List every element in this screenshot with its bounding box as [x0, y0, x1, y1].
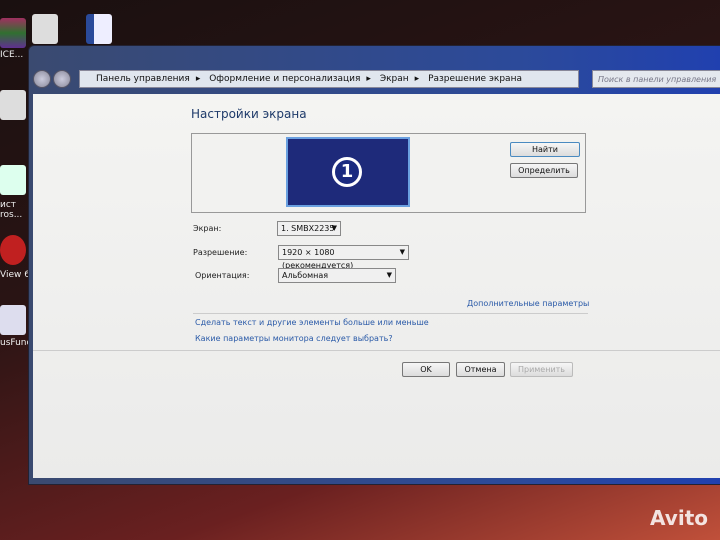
divider [33, 350, 720, 351]
monitor-number: 1 [332, 157, 362, 187]
orientation-label: Ориентация: [195, 271, 250, 280]
winrar-icon[interactable] [0, 18, 26, 48]
panda-icon[interactable] [32, 14, 58, 44]
orientation-select[interactable]: Альбомная ▼ [278, 268, 396, 283]
ok-button[interactable]: OK [402, 362, 450, 377]
identify-button[interactable]: Определить [510, 163, 578, 178]
screen-resolution-panel: Настройки экрана 1 Найти Определить Экра… [33, 94, 720, 478]
screen-select[interactable]: 1. SMBX2235 ▼ [277, 221, 341, 236]
breadcrumb[interactable]: Разрешение экрана [428, 74, 522, 84]
desktop-icon-label: ICE... [0, 50, 24, 60]
back-button[interactable] [33, 70, 51, 88]
control-panel-window: Панель управления ▸ Оформление и персонал… [28, 45, 720, 485]
text-size-link[interactable]: Сделать текст и другие элементы больше и… [195, 318, 429, 327]
file-icon[interactable] [0, 90, 26, 120]
monitor-help-link[interactable]: Какие параметры монитора следует выбрать… [195, 334, 393, 343]
resolution-select[interactable]: 1920 × 1080 (рекомендуется) ▼ [278, 245, 409, 270]
resolution-label: Разрешение: [193, 248, 248, 257]
breadcrumb[interactable]: Панель управления [96, 74, 190, 84]
breadcrumb[interactable]: Оформление и персонализация [209, 74, 360, 84]
divider [193, 313, 588, 314]
forward-button[interactable] [53, 70, 71, 88]
word-document-icon[interactable] [86, 14, 112, 44]
avito-watermark: Avito [650, 506, 708, 530]
chevron-down-icon: ▼ [399, 248, 405, 256]
monitor-1[interactable]: 1 [286, 137, 410, 207]
address-bar[interactable]: Панель управления ▸ Оформление и персонал… [79, 70, 579, 88]
resolution-value: 1920 × 1080 (рекомендуется) [282, 248, 354, 270]
chevron-down-icon: ▼ [331, 224, 337, 232]
screen-label: Экран: [193, 224, 222, 233]
app-icon[interactable] [0, 305, 26, 335]
advanced-settings-link[interactable]: Дополнительные параметры [467, 299, 589, 308]
breadcrumb[interactable]: Экран [380, 74, 409, 84]
screen-value: 1. SMBX2235 [281, 224, 335, 233]
find-button[interactable]: Найти [510, 142, 580, 157]
irfanview-icon[interactable] [0, 235, 26, 265]
page-title: Настройки экрана [191, 107, 307, 121]
apply-button[interactable]: Применить [510, 362, 573, 377]
desktop-icon-label: ист ros... [0, 200, 23, 220]
chevron-down-icon: ▼ [386, 271, 392, 279]
monitor-preview: 1 Найти Определить [191, 133, 586, 213]
navigation-bar: Панель управления ▸ Оформление и персонал… [29, 64, 720, 92]
orientation-value: Альбомная [282, 271, 329, 280]
cancel-button[interactable]: Отмена [456, 362, 505, 377]
search-input[interactable]: Поиск в панели управления [592, 70, 720, 88]
spreadsheet-icon[interactable] [0, 165, 26, 195]
